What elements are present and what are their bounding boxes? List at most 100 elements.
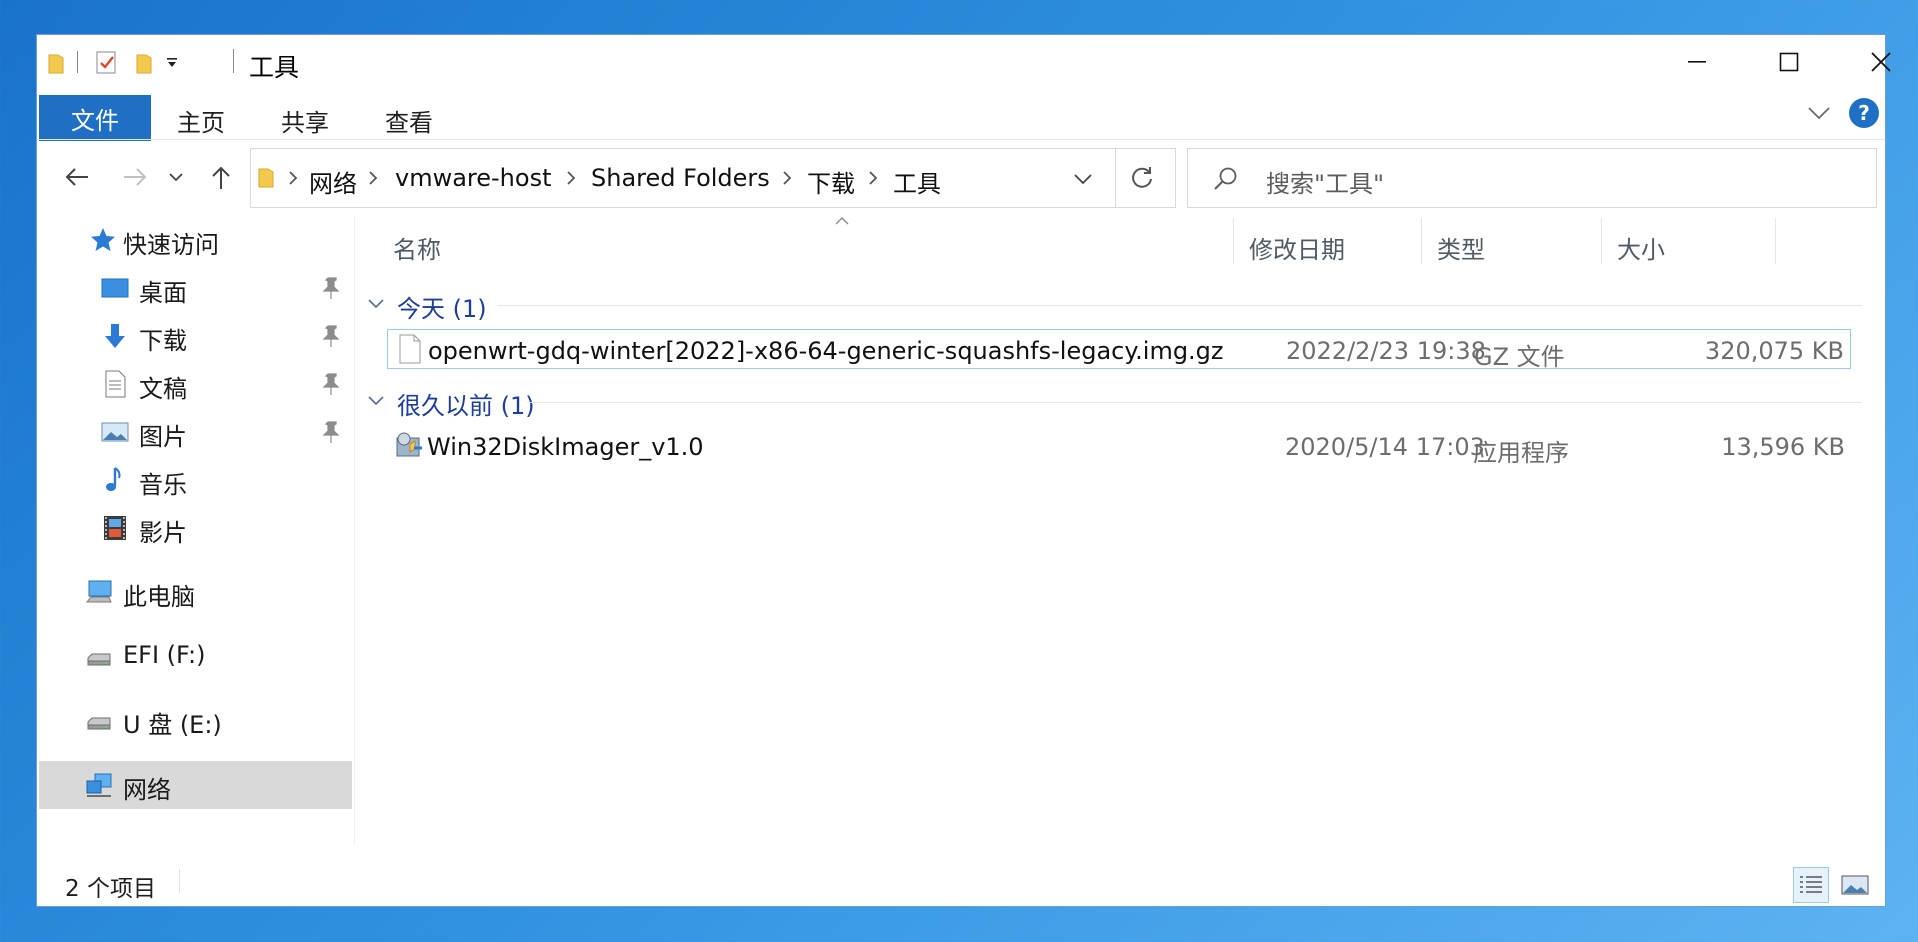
- nav-downloads[interactable]: 下载: [37, 312, 354, 360]
- file-type: 应用程序: [1473, 439, 1569, 467]
- address-bar[interactable]: 网络 vmware-host Shared Folders 下载 工具: [250, 148, 1176, 208]
- nav-label: 网络: [123, 776, 171, 804]
- group-header-long-ago[interactable]: 很久以前 (1): [367, 384, 1872, 420]
- status-bar: 2 个项目: [37, 855, 1885, 905]
- sort-ascending-icon: [835, 211, 849, 230]
- address-history-chevron-icon[interactable]: [1073, 171, 1093, 190]
- pin-icon[interactable]: [321, 420, 341, 444]
- chevron-down-icon: [169, 173, 183, 182]
- recent-locations-button[interactable]: [165, 161, 187, 193]
- help-icon[interactable]: ?: [1849, 98, 1879, 128]
- file-name: openwrt-gdq-winter[2022]-x86-64-generic-…: [428, 337, 1224, 365]
- back-arrow-icon: [65, 168, 88, 186]
- folder-icon: [257, 167, 275, 193]
- file-row[interactable]: openwrt-gdq-winter[2022]-x86-64-generic-…: [387, 329, 1851, 371]
- maximize-button[interactable]: [1743, 35, 1835, 89]
- nav-music[interactable]: 音乐: [37, 456, 354, 504]
- network-icon: [86, 773, 112, 797]
- forward-button[interactable]: [119, 161, 151, 193]
- column-header-name[interactable]: 名称: [393, 230, 441, 265]
- minimize-button[interactable]: [1651, 35, 1743, 89]
- breadcrumb-tools[interactable]: 工具: [893, 164, 941, 199]
- search-box[interactable]: 搜索"工具": [1187, 148, 1877, 208]
- new-folder-icon[interactable]: [135, 53, 153, 79]
- properties-icon[interactable]: [95, 49, 119, 79]
- expand-ribbon-icon[interactable]: [1807, 105, 1831, 125]
- file-type: GZ 文件: [1474, 343, 1565, 371]
- file-size: 320,075 KB: [1704, 337, 1844, 365]
- back-button[interactable]: [61, 161, 93, 193]
- nav-label: U 盘 (E:): [123, 711, 222, 739]
- column-header-modified[interactable]: 修改日期: [1249, 230, 1345, 265]
- chevron-right-icon[interactable]: [363, 168, 383, 188]
- refresh-icon[interactable]: [1129, 165, 1155, 195]
- group-label: 今天 (1): [397, 295, 487, 323]
- chevron-right-icon[interactable]: [863, 168, 883, 188]
- collapse-chevron-icon[interactable]: [367, 297, 385, 311]
- tab-file[interactable]: 文件: [39, 95, 151, 141]
- nav-videos[interactable]: 影片: [37, 504, 354, 552]
- window-title: 工具: [249, 53, 300, 82]
- file-icon: [399, 334, 421, 364]
- chevron-right-icon[interactable]: [777, 168, 797, 188]
- file-size: 13,596 KB: [1721, 433, 1845, 461]
- title-bar: 工具: [37, 35, 1891, 89]
- explorer-window: 工具 文件 主页 共享 查看 ? 网络 vmware-host Shared F…: [36, 34, 1891, 907]
- nav-documents[interactable]: 文稿: [37, 360, 354, 408]
- chevron-right-icon[interactable]: [561, 168, 581, 188]
- details-view-button[interactable]: [1793, 867, 1829, 903]
- ribbon-tabs: 文件 主页 共享 查看 ?: [37, 89, 1885, 141]
- tab-home[interactable]: 主页: [177, 103, 225, 138]
- pin-icon[interactable]: [321, 276, 341, 300]
- group-label: 很久以前 (1): [397, 392, 535, 420]
- drive-icon: [87, 717, 111, 730]
- large-icons-view-icon: [1841, 875, 1869, 895]
- nav-label: 此电脑: [123, 583, 195, 611]
- chevron-right-icon[interactable]: [283, 168, 303, 188]
- breadcrumb-shared-folders[interactable]: Shared Folders: [591, 164, 770, 192]
- document-icon: [105, 370, 126, 398]
- nav-label: EFI (F:): [123, 641, 206, 669]
- collapse-chevron-icon[interactable]: [367, 394, 385, 408]
- nav-label: 快速访问: [123, 231, 219, 259]
- close-button[interactable]: [1835, 35, 1918, 89]
- nav-desktop[interactable]: 桌面: [37, 264, 354, 312]
- pin-icon[interactable]: [321, 324, 341, 348]
- drive-icon: [87, 653, 111, 666]
- column-header-type[interactable]: 类型: [1437, 230, 1485, 265]
- maximize-icon: [1779, 52, 1799, 72]
- tab-view[interactable]: 查看: [385, 103, 433, 138]
- music-icon: [106, 467, 121, 491]
- file-modified: 2022/2/23 19:38: [1286, 337, 1486, 365]
- column-header-size[interactable]: 大小: [1617, 230, 1665, 265]
- large-icons-view-button[interactable]: [1837, 867, 1873, 903]
- computer-icon: [85, 580, 112, 603]
- pin-icon[interactable]: [321, 372, 341, 396]
- up-arrow-icon: [212, 166, 230, 189]
- tab-share[interactable]: 共享: [281, 103, 329, 138]
- search-icon: [1212, 165, 1240, 197]
- nav-pictures[interactable]: 图片: [37, 408, 354, 456]
- nav-network[interactable]: 网络: [39, 761, 352, 809]
- forward-arrow-icon: [124, 168, 147, 186]
- file-name: Win32DiskImager_v1.0: [427, 433, 704, 461]
- download-icon: [105, 324, 125, 348]
- nav-this-pc[interactable]: 此电脑: [37, 568, 354, 616]
- breadcrumb-downloads[interactable]: 下载: [807, 164, 855, 199]
- minimize-icon: [1688, 61, 1706, 63]
- item-count: 2 个项目: [65, 876, 156, 902]
- up-button[interactable]: [205, 161, 237, 193]
- breadcrumb-network[interactable]: 网络: [309, 164, 357, 199]
- breadcrumb-vmware-host[interactable]: vmware-host: [395, 164, 552, 192]
- group-header-today[interactable]: 今天 (1): [367, 287, 1872, 323]
- nav-drive-usb[interactable]: U 盘 (E:): [37, 696, 354, 744]
- nav-quick-access[interactable]: 快速访问: [37, 216, 354, 264]
- nav-drive-efi[interactable]: EFI (F:): [37, 632, 354, 680]
- customize-quick-access-icon[interactable]: [165, 55, 179, 74]
- file-modified: 2020/5/14 17:03: [1285, 433, 1485, 461]
- nav-label: 桌面: [139, 279, 187, 307]
- nav-label: 影片: [139, 519, 187, 547]
- search-input[interactable]: 搜索"工具": [1266, 164, 1384, 199]
- nav-label: 音乐: [139, 471, 187, 499]
- file-row[interactable]: Win32DiskImager_v1.0 2020/5/14 17:03 应用程…: [387, 426, 1851, 467]
